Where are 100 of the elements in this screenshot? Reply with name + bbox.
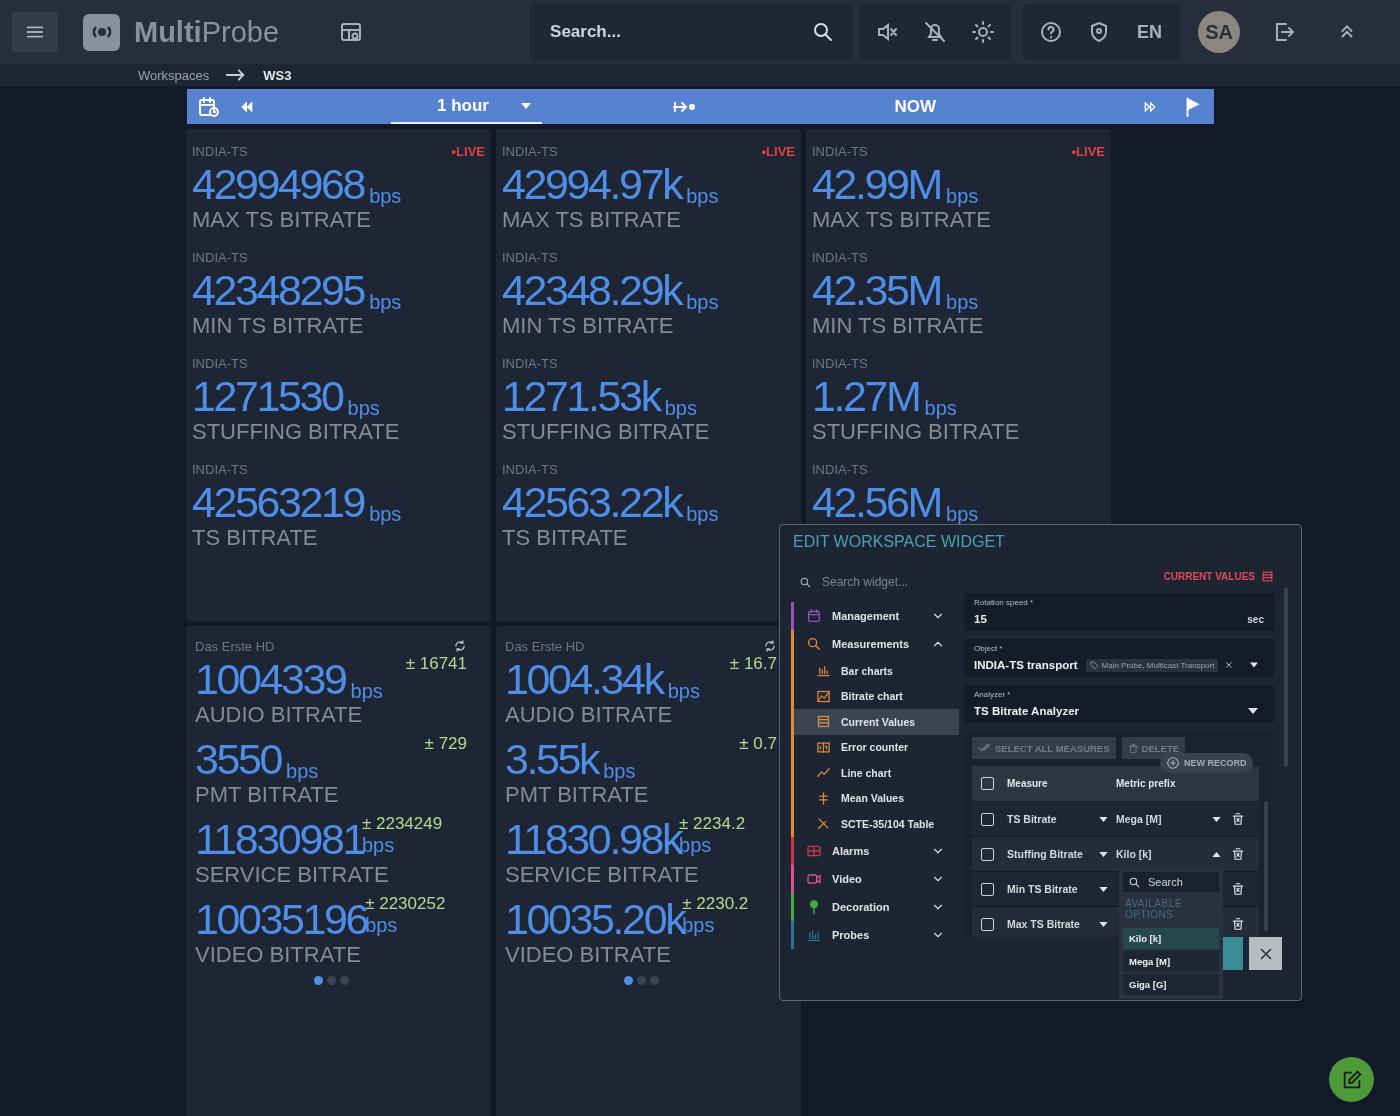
unit-label: bps	[286, 760, 319, 782]
app-name: MultiProbe	[134, 15, 280, 49]
metric-value: 1004339	[195, 656, 346, 702]
bars-icon	[816, 663, 831, 679]
form-field[interactable]: Rotation speed * 15 sec	[964, 593, 1274, 631]
options-heading: AVAILABLE OPTIONS	[1125, 898, 1183, 920]
metric-label: AUDIO BITRATE	[195, 702, 364, 728]
metric-label: MIN TS BITRATE	[192, 313, 365, 339]
option-search-field[interactable]: Search	[1123, 872, 1219, 892]
refresh-icon	[763, 639, 777, 653]
metric-label: VIDEO BITRATE	[505, 942, 672, 968]
bell-off-icon	[923, 20, 948, 44]
page-dot[interactable]	[326, 976, 336, 985]
form-field[interactable]: Analyzer * TS Bitrate Analyzer	[964, 685, 1274, 723]
search-field[interactable]: Search...	[530, 4, 854, 60]
range-dropdown[interactable]: 1 hour	[391, 89, 543, 124]
page-dot[interactable]	[623, 976, 633, 985]
language-button[interactable]: EN	[1133, 21, 1167, 43]
category-item[interactable]: Measurements	[794, 630, 959, 658]
metric-value: 42.35M	[812, 267, 942, 313]
close-icon	[1224, 659, 1234, 671]
metric-label: STUFFING BITRATE	[812, 419, 1021, 445]
checkbox[interactable]	[981, 917, 994, 931]
metric-label: PMT BITRATE	[505, 782, 650, 808]
metric-label: MIN TS BITRATE	[812, 313, 985, 339]
unit-label: bps	[369, 503, 402, 525]
mean-icon	[816, 790, 831, 806]
page-dot[interactable]	[649, 976, 659, 985]
metric-label: STUFFING BITRATE	[502, 419, 711, 445]
unit-label: bps	[924, 397, 957, 419]
dropdown-option[interactable]: Mega [M]	[1123, 951, 1219, 972]
unit-label: bps	[350, 680, 383, 702]
column-header: Measure	[1007, 778, 1049, 789]
widget-type-item[interactable]: Line chart	[794, 760, 959, 786]
breadcrumb-item[interactable]: WS3	[263, 67, 292, 83]
category-item[interactable]: Decoration	[794, 892, 959, 921]
caret-icon	[1099, 886, 1108, 892]
breadcrumb-item[interactable]: Workspaces	[138, 67, 210, 83]
satellite-icon	[816, 816, 831, 832]
trash-icon	[1127, 742, 1139, 754]
menu-button[interactable]	[12, 12, 58, 52]
metric-label: SERVICE BITRATE	[195, 862, 390, 888]
unit-label: bps	[664, 397, 697, 419]
search-field[interactable]: Search...	[548, 21, 812, 43]
source-name: Das Erste HD	[505, 638, 585, 654]
list-icon	[816, 714, 831, 730]
deviation-value: ± 729	[424, 734, 467, 754]
checkbox[interactable]	[981, 777, 994, 790]
option-search-field[interactable]: Search	[1146, 875, 1210, 889]
metric-label: MIN TS BITRATE	[502, 313, 675, 339]
metric-value: 42348295	[192, 267, 365, 313]
close-button[interactable]	[1249, 937, 1282, 970]
now-button[interactable]: NOW	[884, 96, 946, 117]
sun-icon	[971, 20, 996, 44]
form-field[interactable]: Object * INDIA-TS transport Main Probe, Multicast Transport	[964, 639, 1274, 677]
widget-type-label: CURRENT VALUES	[1163, 570, 1255, 582]
widget-type-item[interactable]: Bitrate chart	[794, 683, 959, 709]
checkbox[interactable]	[981, 847, 994, 861]
caret-icon	[520, 101, 533, 110]
tag-icon	[1089, 660, 1099, 670]
page-dot[interactable]	[636, 976, 646, 985]
measure-name: Max TS Bitrate	[1007, 918, 1081, 930]
category-item[interactable]: Probes	[794, 920, 959, 949]
widget-type-item[interactable]: Mean Values	[794, 785, 959, 811]
page-dot[interactable]	[313, 976, 323, 985]
list-icon	[1261, 569, 1274, 583]
counter-icon	[816, 739, 831, 755]
checkbox[interactable]	[981, 882, 994, 896]
live-indicator: •LIVE	[761, 143, 795, 159]
edit-button[interactable]	[1329, 1057, 1374, 1102]
unit-label: bps	[369, 291, 402, 313]
widget-type-item[interactable]: SCTE-35/104 Table	[794, 811, 959, 837]
category-item[interactable]: Alarms	[794, 836, 959, 865]
calendar-clock-icon	[197, 94, 221, 119]
metric-value: 3550	[195, 736, 282, 782]
widget-search-field[interactable]: Search widget...	[820, 574, 944, 590]
deviation-value: ± 16.7	[729, 654, 777, 674]
dropdown-option[interactable]: Giga [G]	[1123, 974, 1219, 995]
new-record-button[interactable]: NEW RECORD	[1160, 753, 1253, 773]
user-avatar[interactable]: SA	[1198, 11, 1241, 53]
category-item[interactable]: Video	[794, 864, 959, 893]
source-name: INDIA-TS	[812, 249, 868, 265]
caret-icon	[1099, 921, 1108, 927]
widget-type-item[interactable]: Bar charts	[794, 658, 959, 684]
metric-prefix[interactable]: Kilo [k]	[1116, 848, 1206, 860]
category-item[interactable]: Management	[794, 602, 959, 630]
page-dot[interactable]	[339, 976, 349, 985]
column-header: Metric prefix	[1116, 778, 1176, 789]
dropdown-option[interactable]: Kilo [k]	[1123, 928, 1219, 949]
source-name: INDIA-TS	[812, 461, 868, 477]
widget-type-item[interactable]: Error counter	[794, 734, 959, 760]
widget-type-item[interactable]: Current Values	[794, 709, 959, 735]
source-name: INDIA-TS	[502, 249, 558, 265]
metric-prefix[interactable]: Mega [M]	[1116, 813, 1206, 825]
metric-label: STUFFING BITRATE	[192, 419, 401, 445]
search-icon	[806, 636, 822, 652]
logo-icon	[83, 13, 120, 51]
checkbox[interactable]	[981, 812, 994, 826]
unit-label: bps	[946, 291, 979, 313]
metric-value: 3.55k	[505, 736, 599, 782]
